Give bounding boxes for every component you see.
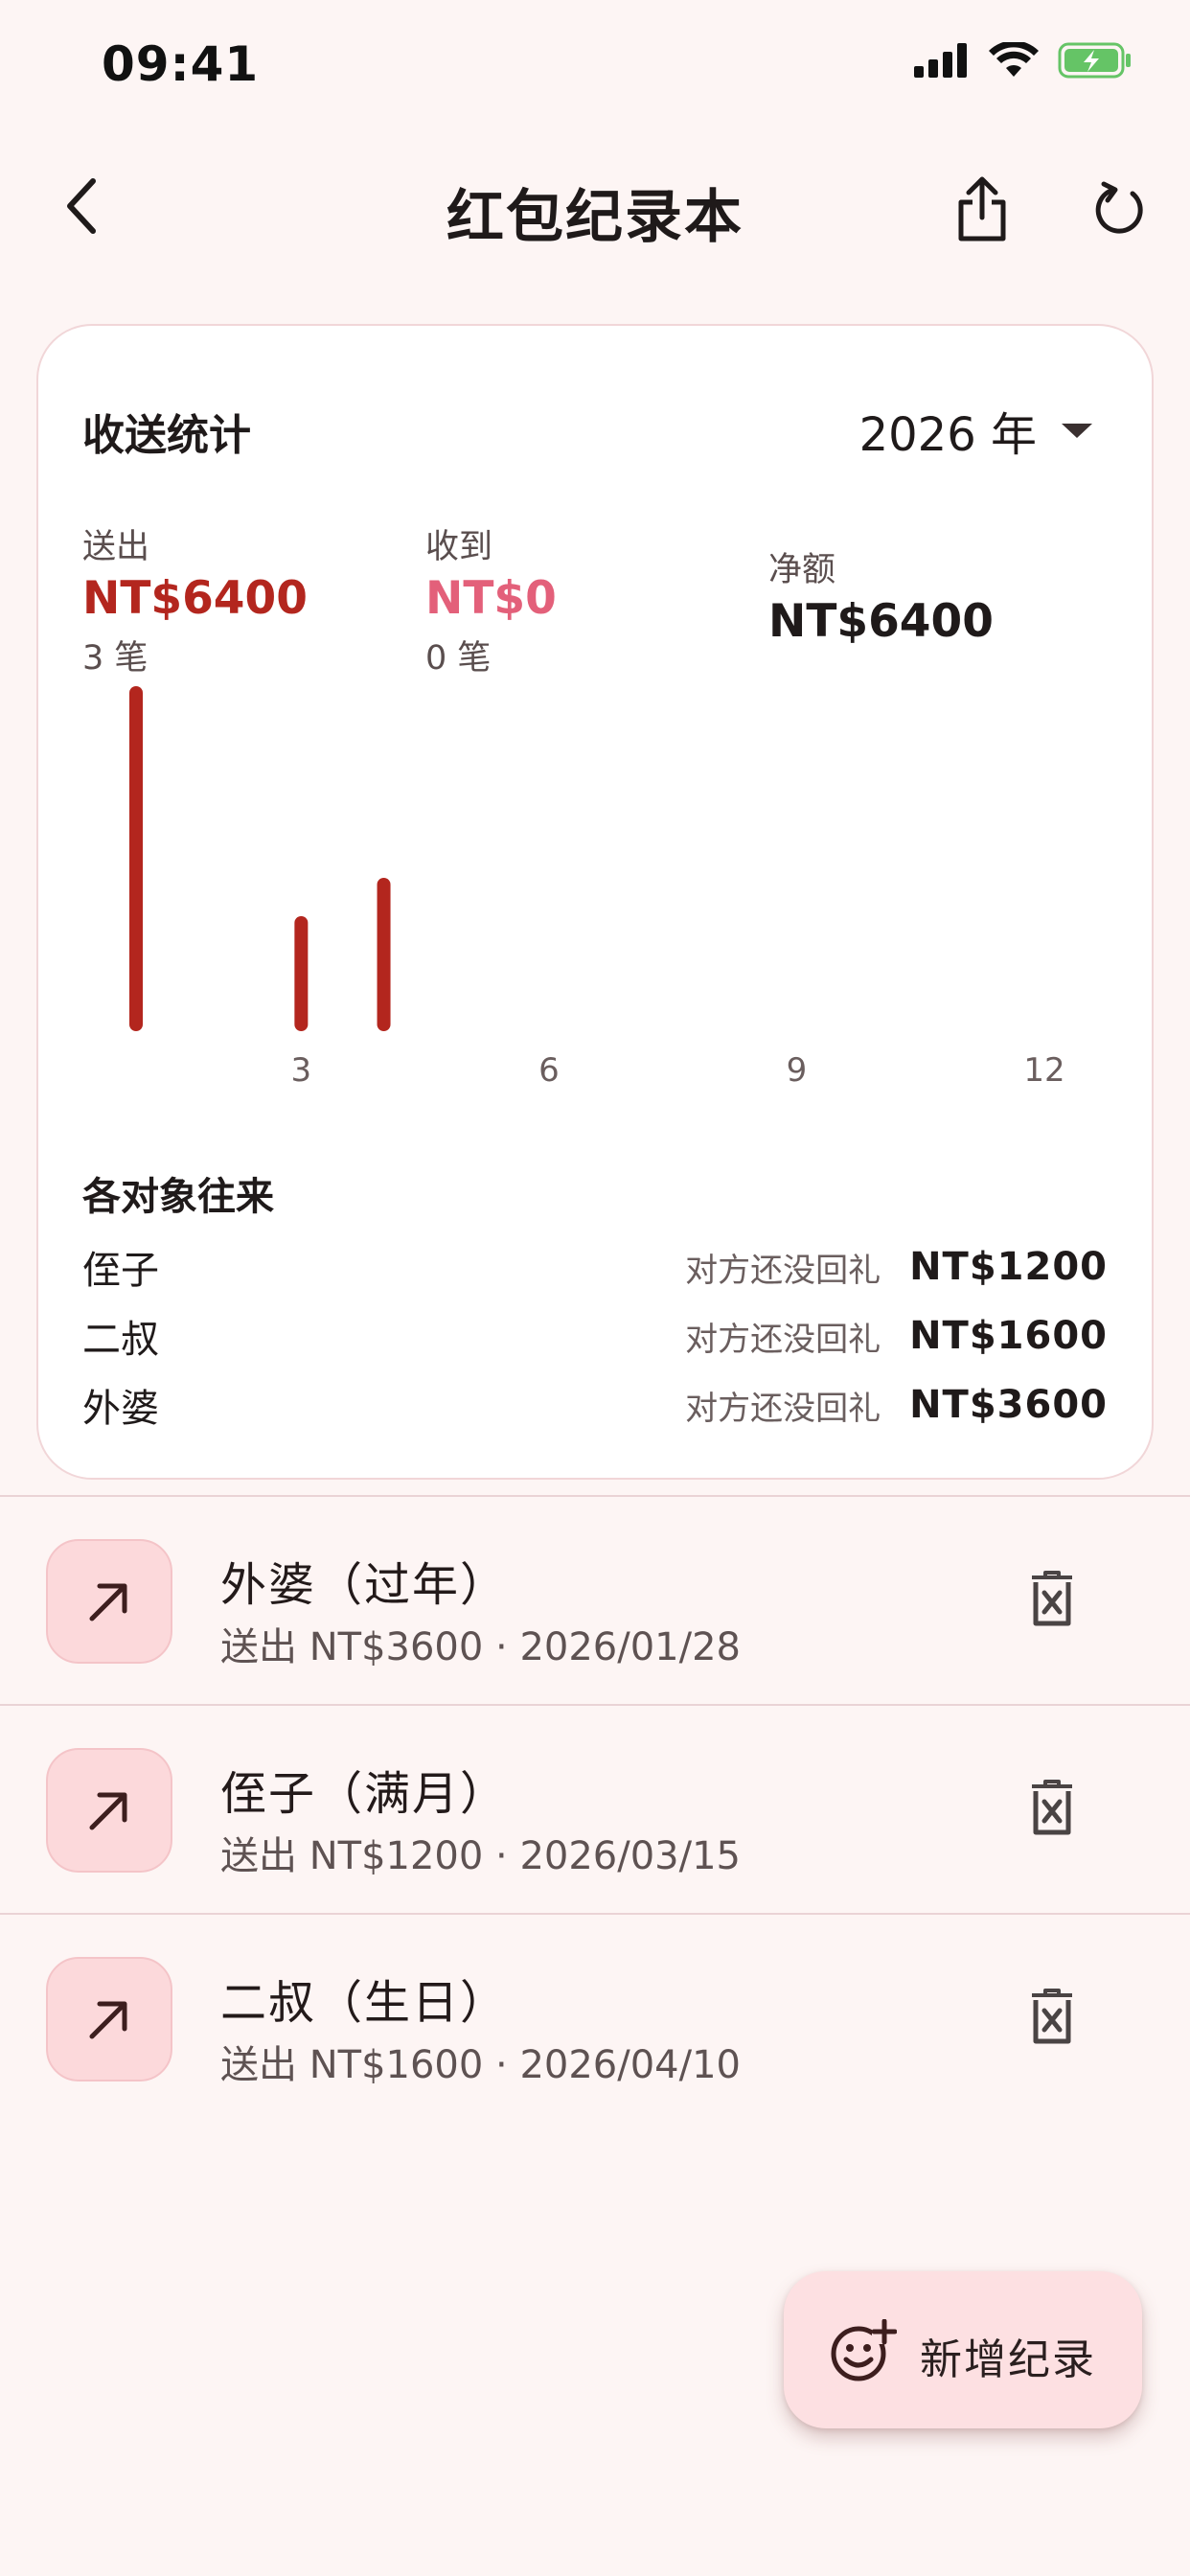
counterpart-row: 二叔 对方还没回礼 NT$1600 (82, 1307, 1108, 1365)
status-icons (914, 42, 1133, 79)
sent-count: 3 笔 (82, 639, 149, 678)
net-value: NT$6400 (768, 595, 994, 648)
received-summary: 收到 NT$0 0 笔 (425, 519, 557, 679)
status-time: 09:41 (102, 36, 260, 92)
refresh-icon (1095, 181, 1143, 234)
battery-charging-icon (1058, 42, 1131, 79)
sent-label: 送出 (82, 528, 150, 566)
arrow-up-right-icon (89, 2001, 127, 2039)
add-record-label: 新增纪录 (920, 2335, 1096, 2384)
counterpart-status: 对方还没回礼 (685, 1251, 881, 1290)
record-title: 侄子（满月） (220, 1767, 509, 1821)
signal-icon (914, 43, 967, 78)
delete-icon (1032, 1989, 1072, 2044)
status-bar: 09:41 (0, 0, 1190, 129)
wifi-icon (989, 42, 1039, 77)
counterpart-name: 外婆 (82, 1387, 159, 1431)
share-button[interactable] (949, 172, 1016, 244)
year-select-value: 2026 年 (858, 408, 1037, 462)
record-title: 外婆（过年） (220, 1558, 509, 1612)
counterpart-status: 对方还没回礼 (685, 1389, 881, 1428)
counterparts-title: 各对象往来 (82, 1175, 274, 1219)
chart-bar (129, 686, 143, 1031)
caret-down-icon (1062, 423, 1092, 438)
app-bar: 红包纪录本 (0, 144, 1190, 268)
received-label: 收到 (425, 528, 493, 566)
record-subtitle: 送出 NT$1200 · 2026/03/15 (220, 1834, 742, 1878)
counterpart-status: 对方还没回礼 (685, 1320, 881, 1359)
counterpart-name: 二叔 (82, 1318, 159, 1362)
add-record-button[interactable]: 新增纪录 (784, 2271, 1142, 2428)
record-type-badge (46, 1539, 172, 1664)
delete-button[interactable] (1020, 1564, 1084, 1633)
list-item[interactable]: 侄子（满月） 送出 NT$1200 · 2026/03/15 (0, 1706, 1190, 1913)
delete-icon (1032, 1780, 1072, 1835)
stats-card: 收送统计 2026 年 送出 NT$6400 3 笔 收到 NT$0 0 笔 净… (36, 324, 1154, 1480)
x-tick-label: 3 (291, 1051, 312, 1090)
chart-bar (377, 878, 391, 1031)
stats-title: 收送统计 (82, 411, 251, 460)
net-summary: 净额 NT$6400 (768, 542, 994, 648)
add-reaction-icon (831, 2319, 897, 2381)
received-count: 0 笔 (425, 639, 492, 678)
sent-value: NT$6400 (82, 572, 308, 625)
net-label: 净额 (768, 551, 836, 589)
counterpart-row: 外婆 对方还没回礼 NT$3600 (82, 1376, 1108, 1434)
record-subtitle: 送出 NT$1600 · 2026/04/10 (220, 2043, 742, 2087)
refresh-button[interactable] (1087, 172, 1155, 244)
delete-button[interactable] (1020, 1773, 1084, 1842)
record-subtitle: 送出 NT$3600 · 2026/01/28 (220, 1625, 742, 1669)
sent-summary: 送出 NT$6400 3 笔 (82, 519, 308, 679)
record-type-badge (46, 1957, 172, 2082)
year-select[interactable]: 2026 年 (859, 397, 1092, 464)
counterpart-row: 侄子 对方还没回礼 NT$1200 (82, 1238, 1108, 1296)
delete-button[interactable] (1020, 1982, 1084, 2051)
record-type-badge (46, 1748, 172, 1873)
counterpart-amount: NT$1600 (909, 1314, 1108, 1358)
counterpart-name: 侄子 (82, 1249, 159, 1293)
x-tick-label: 12 (1023, 1051, 1064, 1090)
received-value: NT$0 (425, 572, 557, 625)
x-tick-label: 9 (787, 1051, 808, 1090)
counterpart-amount: NT$3600 (909, 1383, 1108, 1427)
counterpart-amount: NT$1200 (909, 1245, 1108, 1289)
chart-bar (294, 916, 309, 1031)
share-icon (958, 176, 1006, 241)
delete-icon (1032, 1571, 1072, 1626)
list-item[interactable]: 外婆（过年） 送出 NT$3600 · 2026/01/28 (0, 1497, 1190, 1704)
record-title: 二叔（生日） (220, 1976, 509, 2030)
x-tick-label: 6 (538, 1051, 560, 1090)
arrow-up-right-icon (89, 1792, 127, 1830)
arrow-up-right-icon (89, 1583, 127, 1622)
list-item[interactable]: 二叔（生日） 送出 NT$1600 · 2026/04/10 (0, 1915, 1190, 2122)
